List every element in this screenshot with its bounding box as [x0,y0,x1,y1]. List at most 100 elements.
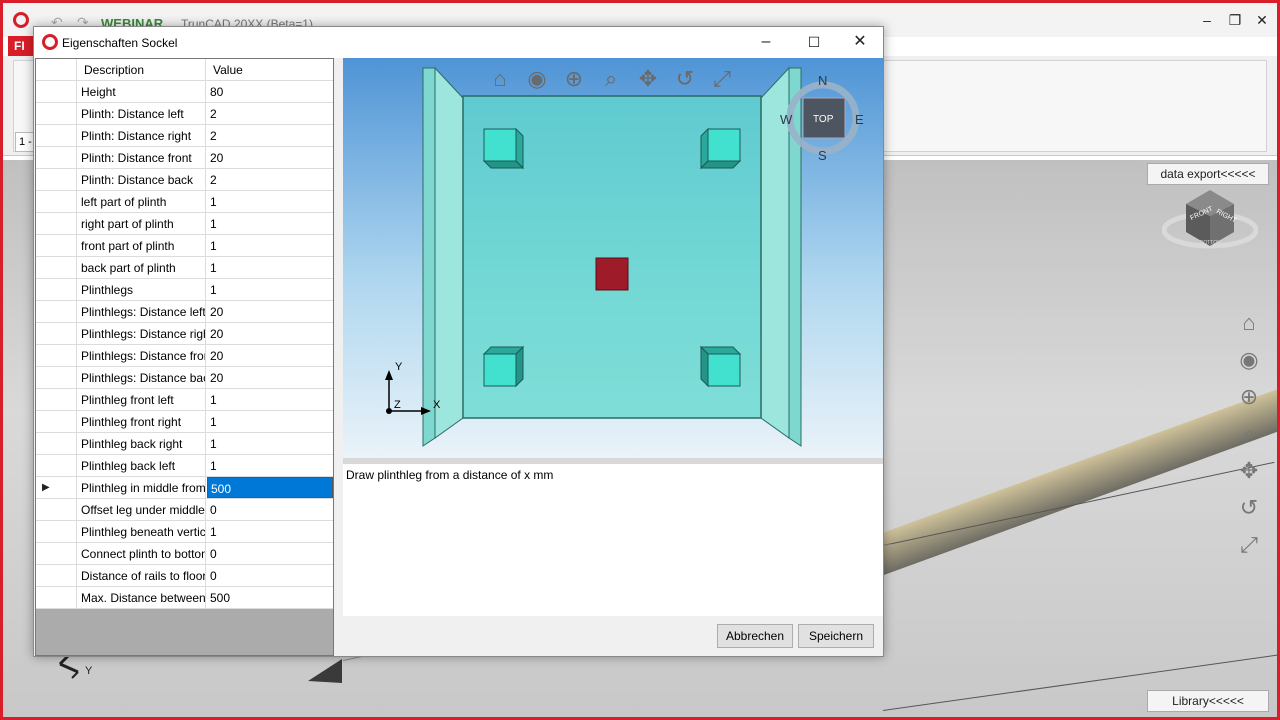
row-selector[interactable] [36,499,77,520]
vertical-splitter[interactable] [335,58,343,656]
property-value-cell[interactable]: 1 [207,279,333,300]
column-header-value[interactable]: Value [207,59,333,80]
minimize-icon[interactable]: – [1199,12,1215,28]
pan-icon[interactable]: ✥ [1234,456,1264,486]
preview-zoom-window-icon[interactable]: ⊕ [560,65,588,93]
row-selector[interactable] [36,169,77,190]
row-selector[interactable] [36,301,77,322]
cancel-button[interactable]: Abbrechen [717,624,793,648]
table-row[interactable]: Plinthlegs: Distance right 20 [36,323,333,345]
property-value-cell[interactable]: 1 [207,433,333,454]
zoom-icon[interactable]: ⌕ [1234,419,1264,449]
plinth-preview[interactable]: Y X Z TOP N S E W [343,58,883,458]
library-button[interactable]: Library<<<<< [1147,690,1269,712]
home-view-icon[interactable]: ⌂ [1234,308,1264,338]
property-value-cell[interactable]: 1 [207,455,333,476]
compass-w-label[interactable]: W [780,112,793,127]
property-value-cell[interactable]: 20 [207,147,333,168]
zoom-window-icon[interactable]: ⊕ [1234,382,1264,412]
table-row[interactable]: Plinthlegs: Distance left 20 [36,301,333,323]
close-icon[interactable]: ✕ [1254,12,1270,28]
table-row[interactable]: Plinth: Distance back 2 [36,169,333,191]
save-button[interactable]: Speichern [798,624,874,648]
property-value-cell[interactable]: 1 [207,389,333,410]
table-row[interactable]: Plinth: Distance right 2 [36,125,333,147]
row-selector[interactable] [36,565,77,586]
row-selector[interactable] [36,411,77,432]
table-row[interactable]: Plinth: Distance left 2 [36,103,333,125]
properties-grid[interactable]: Description Value Height 80 Plinth: Distan… [35,58,334,656]
row-selector[interactable] [36,389,77,410]
look-at-icon[interactable]: ◉ [1234,345,1264,375]
row-selector[interactable] [36,103,77,124]
table-row[interactable]: Plinthlegs: Distance back 20 [36,367,333,389]
table-row[interactable]: Height 80 [36,81,333,103]
property-value-cell[interactable]: 0 [207,499,333,520]
row-selector[interactable] [36,367,77,388]
property-value-cell[interactable]: 2 [207,169,333,190]
table-row[interactable]: left part of plinth 1 [36,191,333,213]
row-selector[interactable] [36,455,77,476]
table-row[interactable]: ▶ Plinthleg in middle from 500 [36,477,333,499]
table-row[interactable]: front part of plinth 1 [36,235,333,257]
property-value-cell[interactable]: 2 [207,103,333,124]
property-value-cell[interactable]: 20 [207,367,333,388]
property-value-cell[interactable]: 0 [207,565,333,586]
table-row[interactable]: Plinthleg front left 1 [36,389,333,411]
compass-s-label[interactable]: S [818,148,827,163]
table-row[interactable]: Plinthlegs 1 [36,279,333,301]
row-selector[interactable] [36,323,77,344]
row-selector[interactable] [36,345,77,366]
property-value-cell[interactable]: 2 [207,125,333,146]
property-value-cell[interactable]: 20 [207,323,333,344]
property-value-cell[interactable]: 20 [207,301,333,322]
row-selector[interactable] [36,235,77,256]
row-selector[interactable] [36,257,77,278]
preview-home-icon[interactable]: ⌂ [486,65,514,93]
row-selector[interactable] [36,213,77,234]
table-row[interactable]: Plinthleg back right 1 [36,433,333,455]
table-row[interactable]: Plinthleg beneath vertical 1 [36,521,333,543]
row-selector[interactable] [36,147,77,168]
preview-zoom-extents-icon[interactable]: ⤢ [708,65,736,93]
property-value-cell[interactable]: 20 [207,345,333,366]
row-selector[interactable] [36,587,77,608]
orbit-icon[interactable]: ↺ [1234,493,1264,523]
property-value-cell[interactable]: 80 [207,81,333,102]
property-value-cell[interactable]: 0 [207,543,333,564]
preview-orbit-icon[interactable]: ↺ [671,65,699,93]
row-selector[interactable]: ▶ [36,477,77,498]
property-value-cell[interactable]: 1 [207,257,333,278]
data-export-button[interactable]: data export<<<<< [1147,163,1269,185]
property-value-cell[interactable]: 1 [207,213,333,234]
row-selector[interactable] [36,543,77,564]
property-value-cell[interactable]: 500 [207,587,333,608]
table-row[interactable]: Plinthleg back left 1 [36,455,333,477]
table-row[interactable]: Max. Distance between... 500 [36,587,333,609]
row-selector[interactable] [36,279,77,300]
dialog-minimize-icon[interactable]: – [756,32,776,52]
preview-zoom-icon[interactable]: ⌕ [597,65,625,93]
table-row[interactable]: back part of plinth 1 [36,257,333,279]
dialog-maximize-icon[interactable]: ☐ [804,32,824,52]
property-value-cell[interactable]: 500 [207,477,333,498]
table-row[interactable]: Distance of rails to floor 0 [36,565,333,587]
row-selector[interactable] [36,433,77,454]
preview-look-at-icon[interactable]: ◉ [523,65,551,93]
column-header-description[interactable]: Description [78,59,206,80]
zoom-extents-icon[interactable]: ⤢ [1234,530,1264,560]
row-selector[interactable] [36,81,77,102]
restore-icon[interactable]: ❐ [1227,12,1243,28]
table-row[interactable]: right part of plinth 1 [36,213,333,235]
property-value-cell[interactable]: 1 [207,411,333,432]
compass-e-label[interactable]: E [855,112,864,127]
row-selector[interactable] [36,191,77,212]
table-row[interactable]: Plinthlegs: Distance front 20 [36,345,333,367]
table-row[interactable]: Connect plinth to bottom 0 [36,543,333,565]
property-value-cell[interactable]: 1 [207,521,333,542]
table-row[interactable]: Plinthleg front right 1 [36,411,333,433]
row-selector[interactable] [36,521,77,542]
row-selector[interactable] [36,125,77,146]
table-row[interactable]: Offset leg under middle... 0 [36,499,333,521]
view-cube-icon[interactable]: FRONT RIGHT BOTTOM [1162,190,1258,252]
